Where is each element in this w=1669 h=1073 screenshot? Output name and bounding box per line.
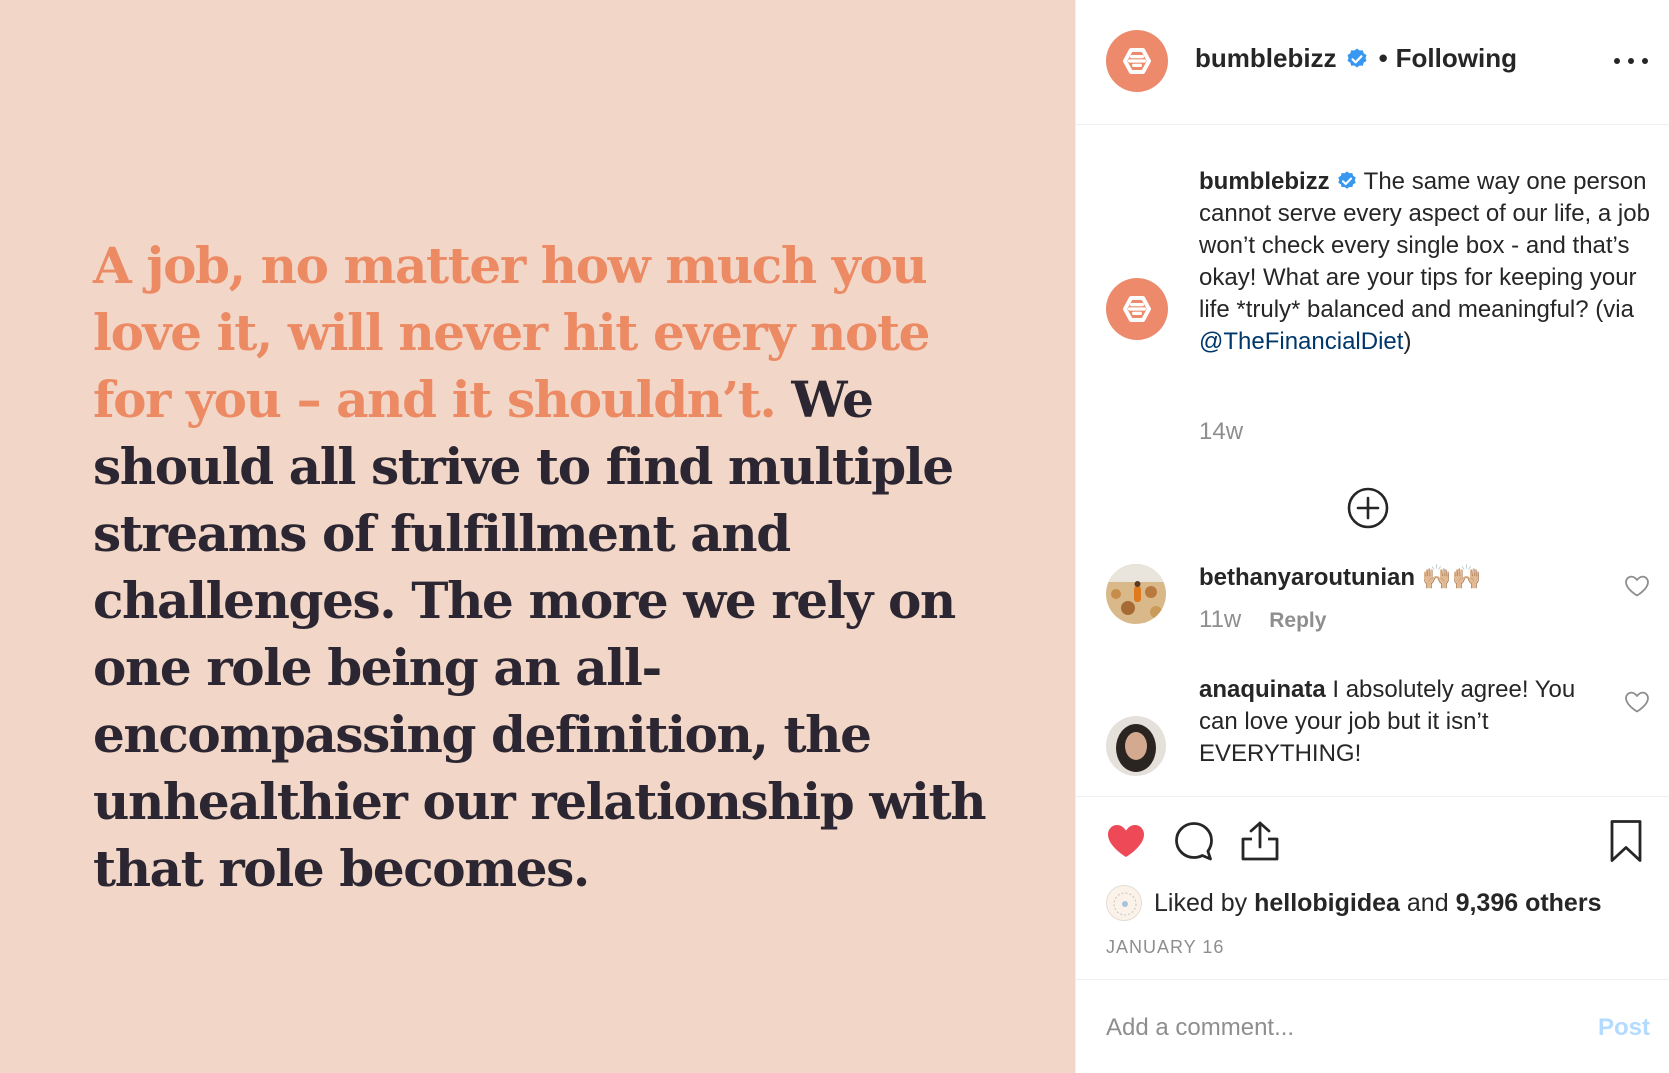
bumble-logo-icon	[1123, 296, 1151, 322]
likes-count-link[interactable]: 9,396 others	[1456, 889, 1602, 918]
post-actions: Liked by hellobigidea and 9,396 others J…	[1076, 796, 1669, 980]
comments-scroll-area[interactable]: bumblebizz The same way one person cannot…	[1076, 126, 1669, 796]
more-dot	[1642, 58, 1648, 64]
comment-meta: 11w Reply	[1199, 606, 1326, 634]
comment-body: 🙌🏼🙌🏼	[1421, 564, 1482, 591]
like-heart-icon[interactable]	[1104, 819, 1148, 863]
header-user-line: bumblebizz • Following	[1195, 43, 1517, 74]
add-comment-input[interactable]	[1106, 1008, 1546, 1048]
comment-bubble-icon[interactable]	[1172, 819, 1216, 863]
header-separator: •	[1378, 43, 1388, 73]
caption-text-end: )	[1403, 328, 1412, 355]
like-comment-heart-icon[interactable]	[1624, 690, 1650, 714]
profile-avatar[interactable]	[1106, 30, 1168, 92]
caption-timestamp[interactable]: 14w	[1199, 418, 1243, 446]
post-date[interactable]: JANUARY 16	[1106, 937, 1224, 958]
post-header: bumblebizz • Following	[1076, 0, 1669, 125]
caption-username[interactable]: bumblebizz	[1199, 168, 1330, 195]
post-sidebar: bumblebizz • Following bumblebizz The sa…	[1075, 0, 1669, 1073]
add-comment-bar: Post	[1076, 980, 1669, 1073]
like-comment-heart-icon[interactable]	[1624, 574, 1650, 598]
caption-avatar[interactable]	[1106, 278, 1168, 340]
caption-mention-link[interactable]: @TheFinancialDiet	[1199, 328, 1403, 355]
header-username[interactable]: bumblebizz	[1195, 43, 1337, 74]
commenter-avatar[interactable]	[1106, 716, 1166, 776]
load-more-comments-icon[interactable]	[1346, 486, 1390, 530]
comment-username[interactable]: bethanyaroutunian	[1199, 564, 1415, 591]
reply-button[interactable]: Reply	[1269, 609, 1326, 633]
post-image[interactable]: A job, no matter how much you love it, w…	[0, 0, 1075, 1073]
comment-username[interactable]: anaquinata	[1199, 676, 1326, 703]
likes-summary: Liked by hellobigidea and 9,396 others	[1106, 885, 1601, 921]
liked-by-user-link[interactable]: hellobigidea	[1254, 889, 1400, 918]
comment-text: bethanyaroutunian 🙌🏼🙌🏼	[1199, 562, 1589, 594]
bumble-logo-icon	[1123, 48, 1151, 74]
commenter-avatar[interactable]	[1106, 564, 1166, 624]
more-dot	[1628, 58, 1634, 64]
comment-text: anaquinata I absolutely agree! You can l…	[1199, 674, 1589, 770]
liked-by-middle: and	[1406, 888, 1449, 917]
comment-timestamp[interactable]: 11w	[1199, 606, 1241, 634]
more-options-icon[interactable]	[1614, 46, 1648, 76]
more-dot	[1614, 58, 1620, 64]
liked-by-prefix: Liked by	[1154, 888, 1248, 917]
follow-status-button[interactable]: Following	[1396, 43, 1517, 74]
verified-badge-icon	[1345, 47, 1369, 71]
post-quote-text: A job, no matter how much you love it, w…	[93, 232, 993, 902]
share-icon[interactable]	[1238, 819, 1282, 863]
quote-main-text: We should all strive to find multiple st…	[93, 370, 987, 898]
post-comment-button[interactable]: Post	[1598, 1014, 1650, 1042]
save-bookmark-icon[interactable]	[1604, 819, 1648, 863]
post-caption: bumblebizz The same way one person cannot…	[1199, 166, 1654, 358]
liker-avatar[interactable]	[1106, 885, 1142, 921]
verified-badge-icon	[1336, 170, 1358, 192]
